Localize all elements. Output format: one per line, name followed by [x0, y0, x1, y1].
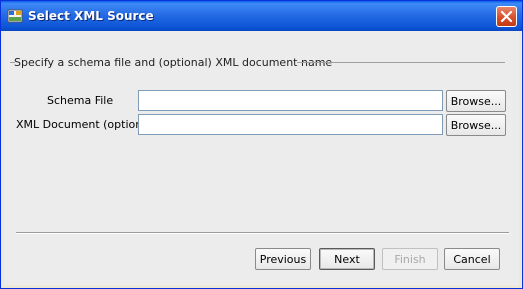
group-border-right: [297, 62, 505, 63]
title-bar[interactable]: Select XML Source: [1, 1, 522, 31]
schema-file-input[interactable]: [138, 90, 443, 111]
browse-xml-button[interactable]: Browse...: [446, 114, 506, 136]
window-title: Select XML Source: [28, 9, 154, 23]
group-title: Specify a schema file and (optional) XML…: [14, 56, 333, 69]
xml-document-label: XML Document (optional): [16, 118, 157, 131]
next-button[interactable]: Next: [319, 248, 375, 270]
dialog-content: [4, 31, 519, 285]
previous-button[interactable]: Previous: [255, 248, 311, 270]
finish-button[interactable]: Finish: [382, 248, 438, 270]
cancel-button[interactable]: Cancel: [444, 248, 500, 270]
close-button[interactable]: [496, 6, 517, 27]
close-icon: [500, 10, 513, 23]
browse-schema-button[interactable]: Browse...: [446, 90, 506, 112]
dialog-window: Select XML Source Specify a schema file …: [0, 0, 523, 289]
schema-file-label: Schema File: [47, 94, 114, 107]
footer-separator-highlight: [16, 233, 509, 234]
app-icon: [7, 8, 23, 24]
xml-document-input[interactable]: [138, 114, 443, 135]
